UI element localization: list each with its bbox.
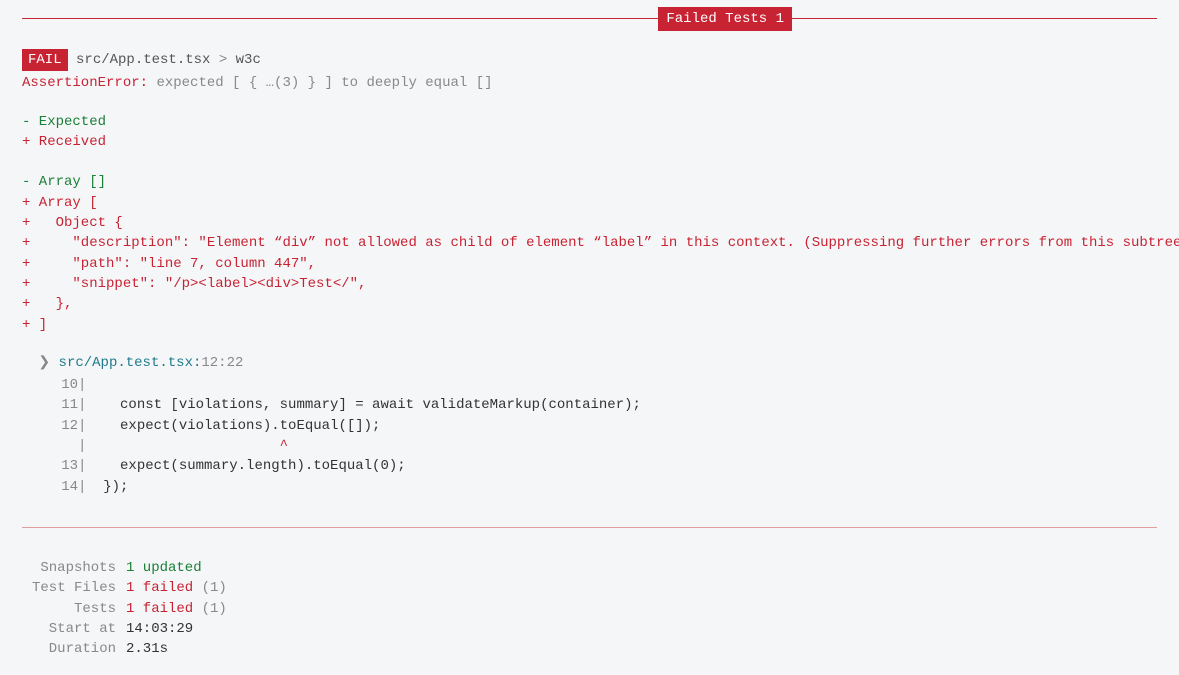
summary-value: 1 failed bbox=[126, 580, 193, 596]
line-number: 13 bbox=[22, 456, 78, 476]
failed-tests-divider: Failed Tests 1 bbox=[22, 18, 1157, 19]
failed-tests-badge: Failed Tests 1 bbox=[658, 7, 792, 31]
diff-line: + Array [ bbox=[22, 193, 1157, 213]
summary-row: Start at 14:03:29 bbox=[22, 619, 1157, 639]
summary-value: 1 failed bbox=[126, 601, 193, 617]
code-line: 14| }); bbox=[22, 477, 1157, 497]
fail-header: FAIL src/App.test.tsx > w3c bbox=[22, 49, 1157, 71]
stack-file: src/App.test.tsx: bbox=[59, 355, 202, 371]
diff-line: + "snippet": "/p><label><div>Test</", bbox=[22, 274, 1157, 294]
line-number: 14 bbox=[22, 477, 78, 497]
summary-value: 14:03:29 bbox=[126, 621, 193, 637]
gutter-pipe: | bbox=[78, 458, 95, 474]
code-text: expect(summary.length).toEqual(0); bbox=[95, 458, 406, 474]
code-line: 12| expect(violations).toEqual([]); bbox=[22, 416, 1157, 436]
summary-label: Snapshots bbox=[22, 558, 116, 578]
failure-block: FAIL src/App.test.tsx > w3c AssertionErr… bbox=[22, 49, 1157, 497]
gutter-pipe: | bbox=[78, 377, 95, 393]
diff-line: - Array [] bbox=[22, 172, 1157, 192]
code-line: 11| const [violations, summary] = await … bbox=[22, 395, 1157, 415]
gutter-pipe: | bbox=[78, 438, 95, 454]
diff-line: + ] bbox=[22, 315, 1157, 335]
summary-value: 2.31s bbox=[126, 641, 168, 657]
gutter-pipe: | bbox=[78, 479, 95, 495]
diff-line: + Object { bbox=[22, 213, 1157, 233]
summary-label: Duration bbox=[22, 639, 116, 659]
summary-label: Test Files bbox=[22, 578, 116, 598]
diff-line: + "description": "Element “div” not allo… bbox=[22, 233, 1157, 253]
summary-label: Start at bbox=[22, 619, 116, 639]
diff-line: + "path": "line 7, column 447", bbox=[22, 254, 1157, 274]
error-caret-icon: ^ bbox=[95, 438, 288, 454]
line-number: 12 bbox=[22, 416, 78, 436]
gutter-pipe: | bbox=[78, 397, 95, 413]
summary-value: (1) bbox=[193, 580, 227, 596]
stack-location: 12:22 bbox=[201, 355, 243, 371]
summary-block: Snapshots 1 updated Test Files 1 failed (1)… bbox=[22, 558, 1157, 659]
code-text: expect(violations).toEqual([]); bbox=[95, 418, 381, 434]
line-number: 10 bbox=[22, 375, 78, 395]
summary-row: Duration 2.31s bbox=[22, 639, 1157, 659]
summary-value: (1) bbox=[193, 601, 227, 617]
caret-right-icon: ❯ bbox=[38, 355, 50, 371]
summary-row: Tests 1 failed (1) bbox=[22, 599, 1157, 619]
fail-badge: FAIL bbox=[22, 49, 68, 71]
code-block: 10| 11| const [violations, summary] = aw… bbox=[22, 375, 1157, 497]
fail-test-name: w3c bbox=[236, 52, 261, 68]
code-line: 10| bbox=[22, 375, 1157, 395]
summary-row: Test Files 1 failed (1) bbox=[22, 578, 1157, 598]
diff-line bbox=[22, 152, 1157, 172]
gutter-pipe: | bbox=[78, 418, 95, 434]
code-line: 13| expect(summary.length).toEqual(0); bbox=[22, 456, 1157, 476]
summary-label: Tests bbox=[22, 599, 116, 619]
stack-header: ❯ src/App.test.tsx:12:22 bbox=[22, 353, 1157, 373]
code-line: | ^ bbox=[22, 436, 1157, 456]
code-text: }); bbox=[95, 479, 129, 495]
diff-line: + Received bbox=[22, 132, 1157, 152]
code-text: const [violations, summary] = await vali… bbox=[95, 397, 641, 413]
summary-value: 1 updated bbox=[126, 560, 202, 576]
diff-line: + }, bbox=[22, 294, 1157, 314]
diff-line: - Expected bbox=[22, 112, 1157, 132]
diff-block: - Expected+ Received - Array []+ Array [… bbox=[22, 112, 1157, 335]
divider-line bbox=[22, 18, 1157, 19]
line-number: 11 bbox=[22, 395, 78, 415]
chevron-right-icon: > bbox=[219, 52, 227, 68]
bottom-divider bbox=[22, 527, 1157, 528]
summary-row: Snapshots 1 updated bbox=[22, 558, 1157, 578]
fail-file-path: src/App.test.tsx bbox=[76, 52, 210, 68]
error-name: AssertionError: bbox=[22, 75, 148, 91]
error-line: AssertionError: expected [ { …(3) } ] to… bbox=[22, 73, 1157, 93]
stack-block: ❯ src/App.test.tsx:12:22 10| 11| const [… bbox=[22, 353, 1157, 497]
error-message: expected [ { …(3) } ] to deeply equal [] bbox=[156, 75, 492, 91]
